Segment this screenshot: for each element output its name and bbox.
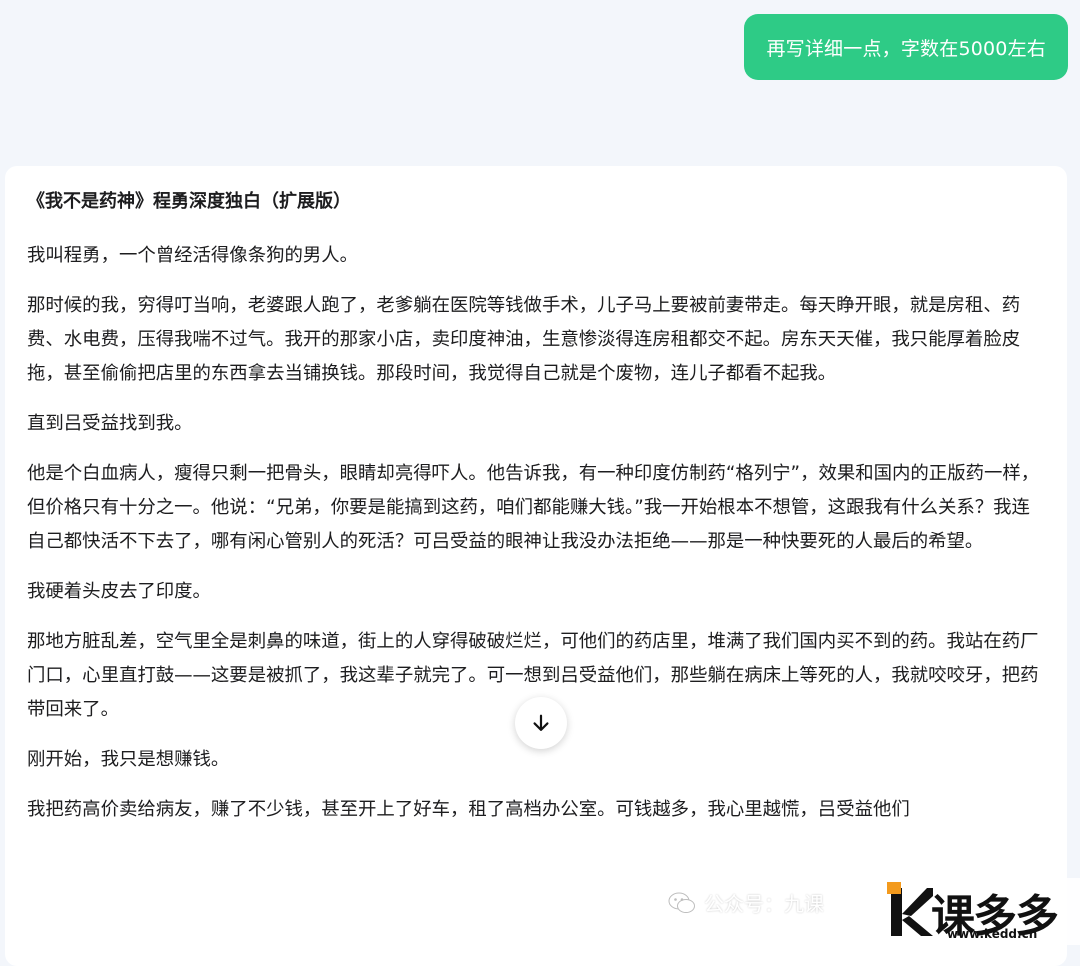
answer-paragraph: 我叫程勇，一个曾经活得像条狗的男人。: [27, 245, 359, 266]
logo-url: www.kedd.cn: [947, 927, 1038, 941]
answer-paragraph: 那时候的我，穷得叮当响，老婆跟人跑了，老爹躺在医院等钱做手术，儿子马上要被前妻带…: [27, 295, 1021, 384]
assistant-answer-card: 《我不是药神》程勇深度独白（扩展版） 我叫程勇，一个曾经活得像条狗的男人。 那时…: [5, 166, 1067, 966]
wechat-icon: [668, 892, 695, 913]
answer-paragraph: 直到吕受益找到我。: [27, 413, 193, 434]
answer-paragraph: 他是个白血病人，瘦得只剩一把骨头，眼睛却亮得吓人。他告诉我，有一种印度仿制药“格…: [27, 463, 1040, 552]
answer-title: 《我不是药神》程勇深度独白（扩展版）: [27, 191, 351, 212]
kedd-logo-watermark: 课多多 www.kedd.cn: [885, 878, 1080, 945]
wechat-watermark-text: 公众号：九课: [704, 892, 824, 916]
wechat-watermark: 公众号：九课: [668, 888, 824, 917]
user-message-text: 再写详细一点，字数在5000左右: [766, 37, 1046, 60]
user-message-bubble: 再写详细一点，字数在5000左右: [744, 14, 1068, 80]
scroll-to-bottom-button[interactable]: [515, 697, 567, 749]
arrow-down-icon: [533, 714, 549, 731]
k-logo-icon: [887, 882, 933, 936]
answer-paragraph: 我硬着头皮去了印度。: [27, 581, 211, 602]
answer-paragraph: 我把药高价卖给病友，赚了不少钱，甚至开上了好车，租了高档办公室。可钱越多，我心里…: [27, 799, 910, 820]
